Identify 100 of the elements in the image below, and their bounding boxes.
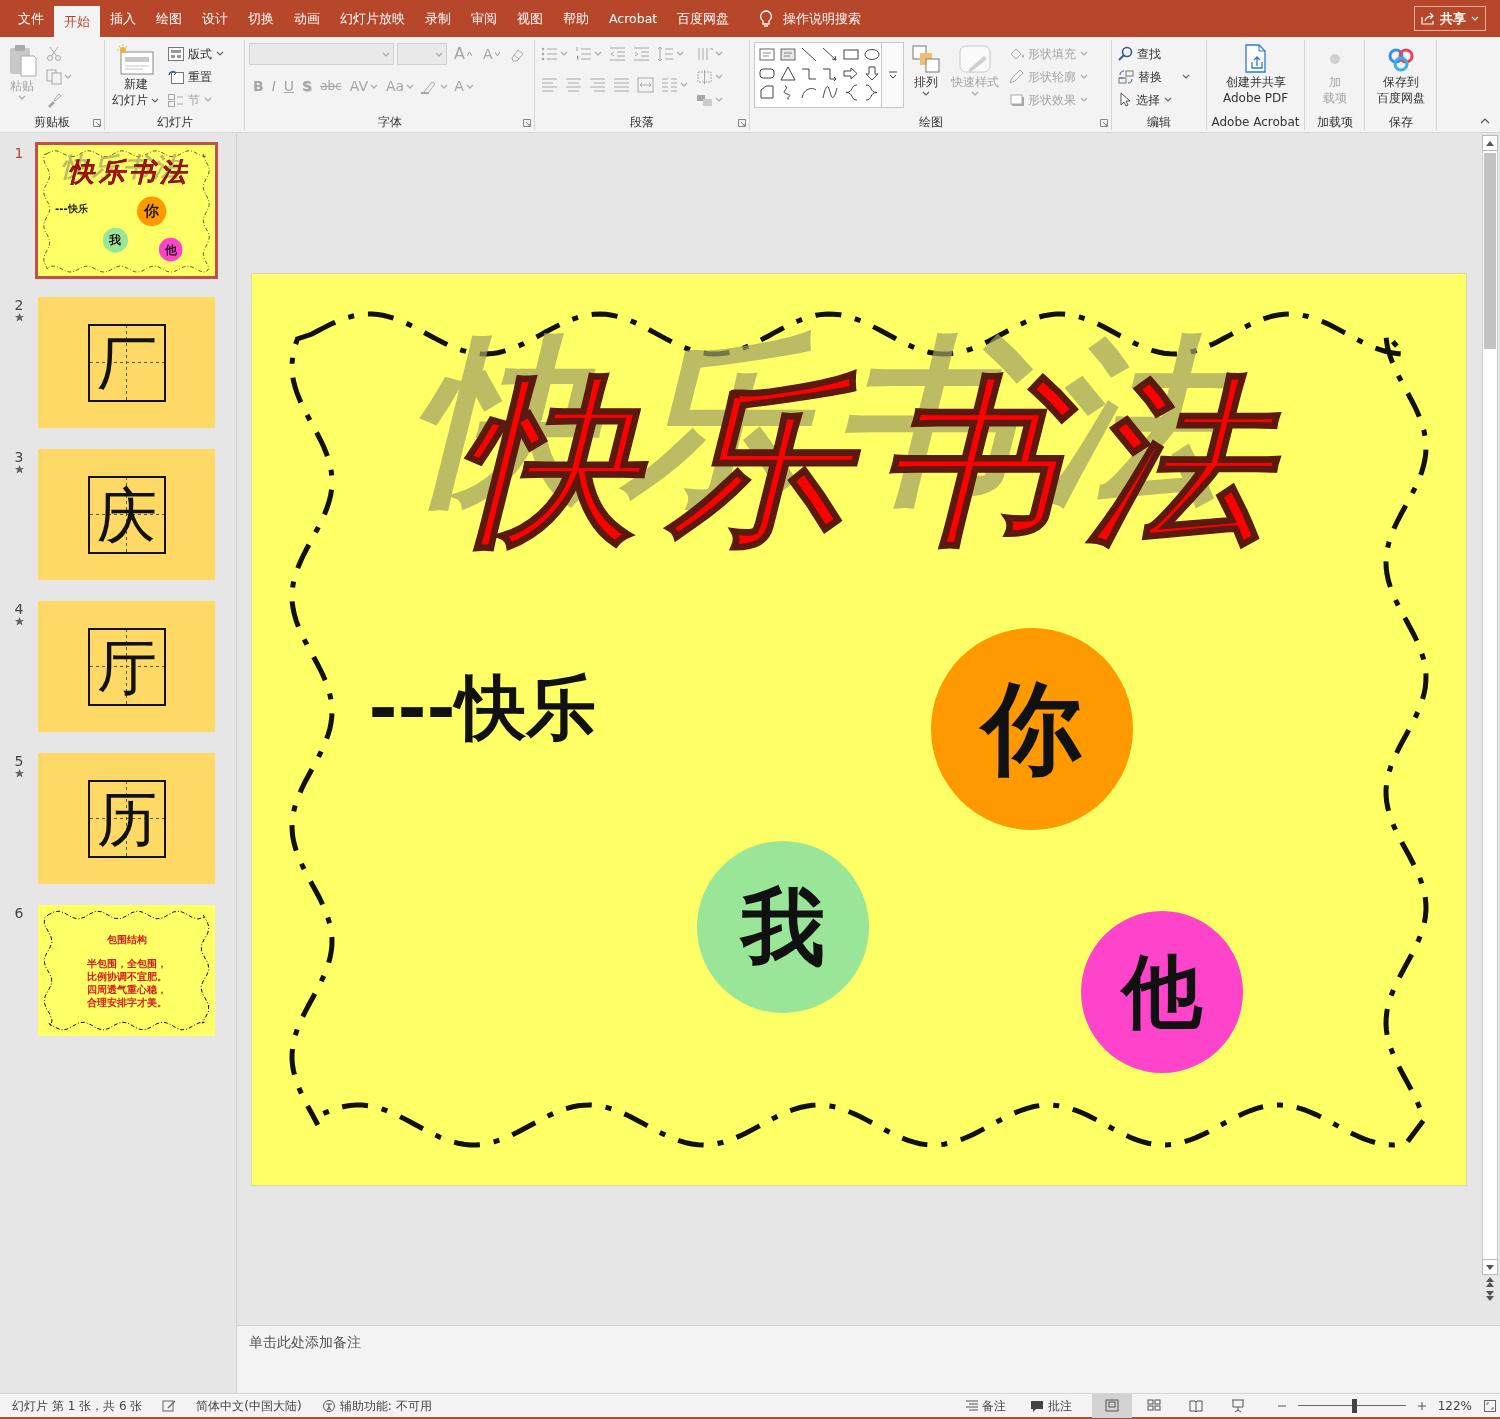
view-button[interactable]: [1091, 1393, 1132, 1418]
comments-button[interactable]: 批注: [1025, 1393, 1076, 1418]
group-label: 绘图: [918, 114, 943, 131]
launcher-icon: [523, 119, 531, 127]
line-spacing-icon: [657, 45, 674, 62]
accessibility-button[interactable]: 辅助功能: 不可用: [317, 1393, 436, 1418]
arrow-icon: [821, 46, 839, 63]
character-box: 厂: [87, 323, 166, 402]
rounded-rectangle-icon: [758, 65, 776, 82]
share-button[interactable]: 共享: [1414, 5, 1486, 32]
animation-star-icon: [14, 617, 24, 626]
font-name-field[interactable]: [249, 43, 394, 65]
reset-button[interactable]: 重置: [166, 65, 240, 88]
pdf-share-icon: [1242, 44, 1269, 74]
ribbon-tab[interactable]: 插入: [100, 0, 146, 37]
reset-icon: [168, 69, 184, 84]
replace-button[interactable]: 替换: [1116, 65, 1202, 88]
verse-line: 合理安排字才美。: [86, 997, 167, 1009]
group-label: 字体: [377, 114, 402, 131]
next-slide-button[interactable]: [1485, 1289, 1495, 1303]
elbow-arrow-icon: [821, 65, 839, 82]
slide-thumbnail[interactable]: 厂: [38, 297, 215, 428]
caret-up-icon: [466, 52, 472, 56]
shapes-gallery[interactable]: [754, 42, 882, 108]
text-direction-icon: [696, 45, 713, 62]
animation-star-icon: [14, 465, 24, 474]
ribbon-tab[interactable]: 文件: [8, 0, 54, 37]
caret-icon: [1182, 74, 1190, 79]
book-icon: [1188, 1398, 1203, 1413]
verse-line: 半包围，全包围，: [86, 958, 167, 970]
shape-effects-icon: [1008, 92, 1024, 107]
caret-icon: [204, 97, 212, 102]
caret-icon: [971, 91, 979, 96]
line-icon: [800, 46, 818, 63]
plus-icon: [1417, 1401, 1426, 1410]
slide-thumbnail[interactable]: 快乐书法 ---快乐 你 我 他: [38, 145, 215, 276]
group-label: 幻灯片: [156, 114, 193, 131]
scroll-down-button[interactable]: [1482, 1259, 1498, 1275]
ribbon-tab[interactable]: 视图: [507, 0, 553, 37]
slide-number: 5: [14, 753, 24, 769]
layout-button[interactable]: 版式: [166, 42, 240, 65]
ribbon-tab[interactable]: 录制: [415, 0, 461, 37]
scroll-up-button[interactable]: [1482, 135, 1498, 151]
caret-icon: [406, 83, 415, 89]
paint-bucket-icon: [1008, 46, 1024, 61]
select-button[interactable]: 选择: [1116, 88, 1202, 111]
arrange-button[interactable]: 排列: [908, 42, 944, 98]
caret-down-icon: [494, 52, 500, 56]
notes-field[interactable]: 单击此处添加备注: [237, 1326, 1500, 1393]
caret-icon: [440, 83, 449, 89]
slide-thumbnail[interactable]: 历: [38, 753, 215, 884]
save-to-cloud-button[interactable]: 保存到 百度网盘: [1373, 42, 1428, 108]
ribbon-tab[interactable]: 切换: [238, 0, 284, 37]
ribbon-tab[interactable]: 百度网盘: [667, 0, 740, 37]
tell-me-search[interactable]: 操作说明搜索: [753, 0, 868, 37]
edit-icon: [162, 1399, 177, 1412]
slide-thumbnail[interactable]: 厅: [38, 601, 215, 732]
ribbon-tab[interactable]: Acrobat: [599, 0, 668, 37]
double-down-icon: [1485, 1290, 1495, 1302]
search-icon: [1118, 46, 1133, 61]
arrange-icon: [911, 44, 941, 74]
notes-button[interactable]: 备注: [961, 1393, 1010, 1418]
ribbon-tab[interactable]: 绘图: [146, 0, 192, 37]
caret-icon: [64, 74, 72, 79]
gallery-more-button[interactable]: [882, 42, 904, 108]
zoom-slider-thumb[interactable]: [1351, 1398, 1357, 1413]
new-slide-button[interactable]: 新建 幻灯片: [109, 42, 162, 110]
circle-label: 他: [1080, 910, 1243, 1073]
copy-icon: [46, 68, 62, 85]
animation-star-icon: [14, 769, 24, 778]
previous-slide-button[interactable]: [1485, 1275, 1495, 1289]
fit-window-icon: [1484, 1399, 1496, 1412]
ribbon-tab[interactable]: 开始: [54, 6, 100, 37]
dialog-launcher[interactable]: [523, 118, 531, 128]
ribbon-tab[interactable]: 幻灯片放映: [330, 0, 415, 37]
ribbon-tab[interactable]: 审阅: [461, 0, 507, 37]
ribbon-tab[interactable]: 帮助: [553, 0, 599, 37]
dialog-launcher[interactable]: [738, 118, 746, 128]
dialog-launcher[interactable]: [1100, 118, 1108, 128]
caret-icon: [465, 83, 474, 89]
ribbon-tab[interactable]: 设计: [192, 0, 238, 37]
caret-icon: [1080, 74, 1088, 79]
dialog-launcher[interactable]: [93, 118, 101, 128]
caret-icon: [382, 51, 390, 57]
slide-thumbnail[interactable]: 庆: [38, 449, 215, 580]
slide-subtitle: ---快乐: [55, 202, 89, 215]
find-button[interactable]: 查找: [1116, 42, 1202, 65]
align-text-icon: [696, 68, 713, 85]
create-pdf-button[interactable]: 创建并共享 Adobe PDF: [1219, 42, 1292, 108]
ribbon-tab[interactable]: 动画: [284, 0, 330, 37]
caret-icon: [715, 74, 723, 79]
align-right-icon: [589, 76, 606, 93]
caret-icon: [1080, 51, 1088, 56]
slide-number: 2: [14, 297, 24, 313]
font-size-field[interactable]: [397, 43, 447, 65]
scrollbar-thumb[interactable]: [1484, 153, 1496, 349]
outdent-icon: [609, 45, 626, 62]
slide-thumbnail[interactable]: 包围结构 半包围，全包围， 比例协调不宜肥。 四周透气重心稳， 合理安排字才美。: [38, 905, 215, 1036]
pentagon-icon: [758, 84, 776, 101]
columns-icon: [661, 76, 678, 93]
